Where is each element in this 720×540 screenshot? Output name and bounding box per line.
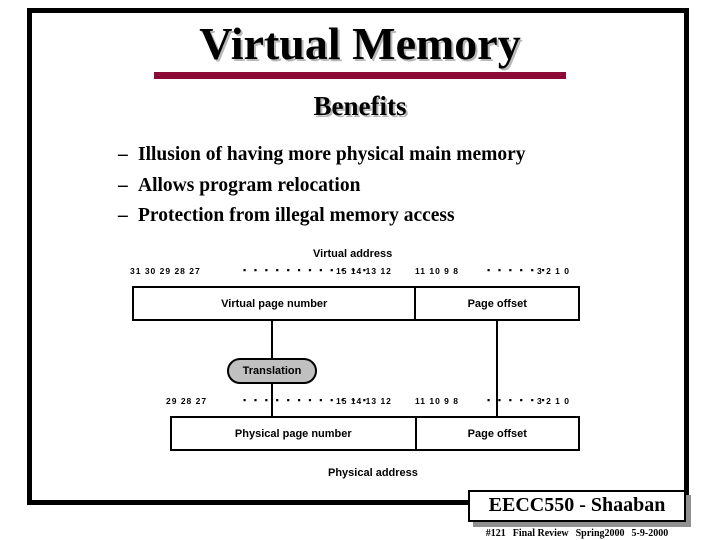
virtual-bits-3-0: 3 2 1 0: [537, 266, 570, 276]
section-label: Final Review: [512, 528, 569, 539]
bullet-text: Protection from illegal memory access: [138, 205, 455, 226]
virtual-address-caption: Virtual address: [313, 248, 393, 260]
page-title: Virtual Memory: [199, 18, 521, 69]
virtual-page-offset-cell: Page offset: [414, 288, 578, 319]
page-subtitle: Benefits: [313, 91, 407, 121]
course-badge-label: EECC550 - Shaaban: [488, 494, 666, 516]
bullet-item: – Illusion of having more physical main …: [118, 140, 638, 171]
course-badge: EECC550 - Shaaban: [468, 490, 686, 522]
footer-badge-group: EECC550 - Shaaban #121 Final Review Spring…: [468, 490, 698, 539]
bullet-text: Allows program relocation: [138, 174, 361, 196]
term-label: Spring2000: [575, 528, 625, 539]
address-translation-diagram: Virtual address 31 30 29 28 27 ▪ ▪ ▪ ▪ ▪…: [0, 240, 720, 490]
slide-number: #121: [485, 528, 506, 539]
physical-page-offset-cell: Page offset: [414, 418, 578, 449]
bullet-dash-marker: –: [118, 144, 128, 165]
physical-bits-29-27: 29 28 27: [166, 396, 208, 406]
physical-bits-15-12: 15 14 13 12: [336, 396, 392, 406]
bullet-list: – Illusion of having more physical main …: [118, 140, 638, 232]
physical-bits-11-8: 11 10 9 8: [415, 396, 459, 406]
date-label: 5-9-2000: [631, 528, 669, 539]
virtual-bits-15-12: 15 14 13 12: [336, 266, 392, 276]
bullet-text: Illusion of having more physical main me…: [138, 144, 526, 165]
physical-page-number-cell: Physical page number: [234, 427, 352, 440]
physical-address-caption: Physical address: [328, 467, 418, 479]
virtual-address-box: Virtual page number Page offset: [132, 286, 580, 321]
bullet-dash-marker: –: [118, 205, 128, 226]
virtual-bits-31-27: 31 30 29 28 27: [130, 266, 201, 276]
footer-meta: #121 Final Review Spring2000 5-9-2000: [468, 528, 686, 539]
title-underline-rule: [154, 72, 566, 79]
translation-box: Translation: [227, 358, 317, 384]
physical-bits-3-0: 3 2 1 0: [537, 396, 570, 406]
physical-address-box: Physical page number Page offset: [170, 416, 580, 451]
bullet-item: – Allows program relocation: [118, 171, 638, 202]
title-block: Virtual Memory Benefits: [0, 18, 720, 123]
bullet-item: – Protection from illegal memory access: [118, 201, 638, 232]
virtual-bits-11-8: 11 10 9 8: [415, 266, 459, 276]
bullet-dash-marker: –: [118, 174, 128, 196]
virtual-page-number-cell: Virtual page number: [221, 297, 328, 310]
